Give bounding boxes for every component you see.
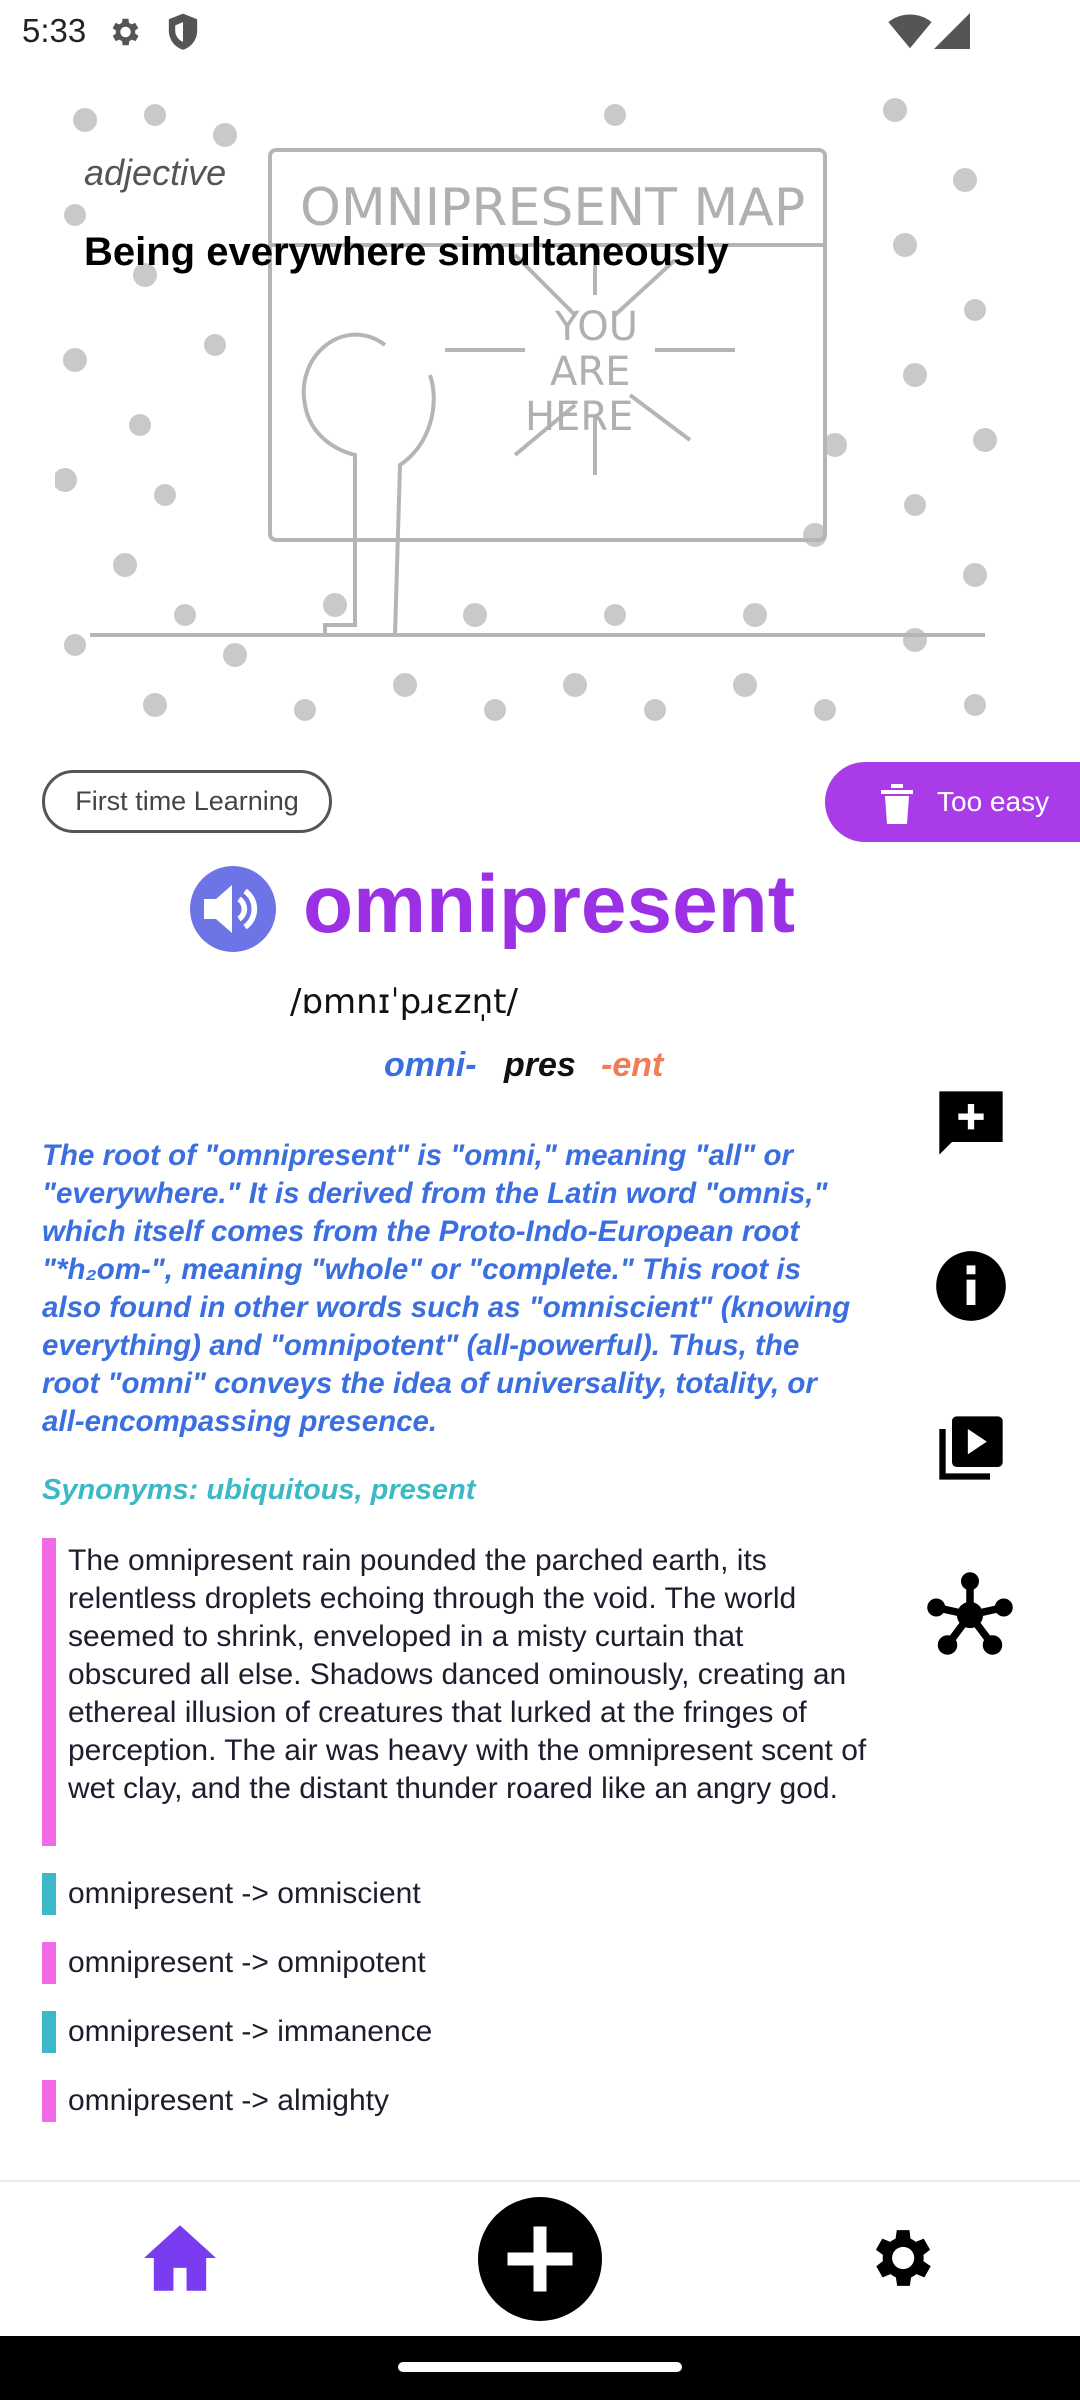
word-title: omnipresent: [303, 859, 796, 950]
home-gesture-handle[interactable]: [398, 2362, 682, 2372]
trash-icon: [881, 784, 913, 824]
gear-icon: [112, 18, 139, 46]
too-easy-label: Too easy: [937, 786, 1050, 817]
shield-icon: [168, 13, 198, 50]
video-library-icon[interactable]: [933, 1410, 1009, 1486]
add-comment-icon[interactable]: [933, 1085, 1009, 1161]
phonetic-transcription: /ɒmnɪˈpɹɛzn̩t/: [290, 982, 518, 1022]
etymology-text: The root of "omnipresent" is "omni," mea…: [42, 1139, 851, 1438]
related-word-item[interactable]: omnipresent -> omnipotent: [42, 1942, 426, 1984]
example-text: The omnipresent rain pounded the parched…: [68, 1544, 867, 1805]
nav-divider: [0, 2180, 1080, 2182]
related-accent-bar: [42, 1942, 56, 1984]
related-accent-bar: [42, 2080, 56, 2122]
related-word-item[interactable]: omnipresent -> immanence: [42, 2011, 432, 2053]
settings-icon[interactable]: [862, 2220, 938, 2296]
add-icon: [507, 2226, 573, 2292]
signal-icon: [934, 13, 970, 49]
related-word-text: omnipresent -> omniscient: [68, 1877, 421, 1910]
map-label-you: YOU: [554, 304, 638, 350]
related-word-text: omnipresent -> omnipotent: [68, 1946, 426, 1979]
status-time: 5:33: [22, 12, 87, 49]
related-accent-bar: [42, 2011, 56, 2053]
related-word-item[interactable]: omnipresent -> almighty: [42, 2080, 389, 2122]
map-title: OMNIPRESENT MAP: [300, 178, 805, 238]
map-label-are: ARE: [550, 349, 630, 395]
related-word-item[interactable]: omnipresent -> omniscient: [42, 1873, 421, 1915]
network-icon[interactable]: [925, 1570, 1015, 1660]
morpheme-prefix: omni-: [384, 1046, 477, 1084]
speaker-icon: [204, 885, 258, 933]
morpheme-suffix: -ent: [601, 1046, 664, 1084]
home-icon[interactable]: [140, 2222, 220, 2294]
pronounce-button[interactable]: [190, 866, 276, 952]
add-word-button[interactable]: [478, 2197, 602, 2321]
related-word-text: omnipresent -> almighty: [68, 2084, 389, 2117]
learning-status-chip[interactable]: First time Learning: [42, 770, 332, 833]
too-easy-button[interactable]: Too easy: [825, 762, 1080, 842]
morpheme-root: pres: [504, 1046, 576, 1084]
synonyms: Synonyms: ubiquitous, present: [42, 1474, 476, 1506]
example-accent-bar: [42, 1538, 56, 1846]
map-labels: OMNIPRESENT MAP YOU ARE HERE: [300, 178, 805, 440]
related-accent-bar: [42, 1873, 56, 1915]
wifi-icon: [888, 14, 932, 49]
part-of-speech: adjective: [84, 152, 227, 193]
map-label-here: HERE: [525, 394, 633, 440]
related-word-text: omnipresent -> immanence: [68, 2015, 433, 2048]
definition: Being everywhere simultaneously: [84, 230, 729, 274]
info-icon[interactable]: [933, 1248, 1009, 1324]
status-bar: 5:33: [0, 0, 1080, 62]
